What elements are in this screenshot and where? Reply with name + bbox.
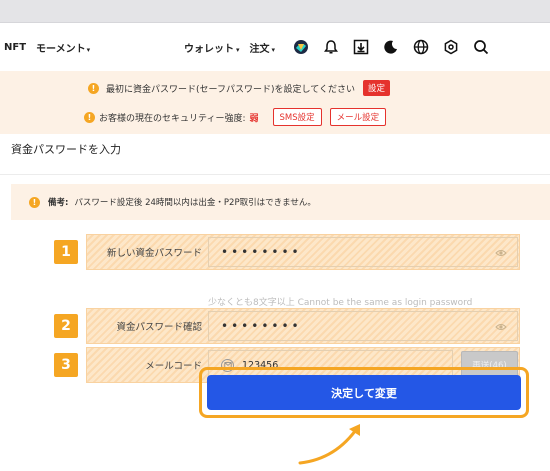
page-title: 資金パスワードを入力 [11,143,121,156]
browser-top-strip [0,0,550,22]
chevron-down-icon: ▾ [236,45,240,54]
eye-icon[interactable] [495,321,507,333]
email-setup-button[interactable]: メール設定 [329,108,387,126]
new-password-value: •••••••• [221,245,302,259]
dark-mode-icon[interactable] [383,39,399,55]
new-password-input[interactable]: •••••••• [208,237,518,267]
sms-setup-button[interactable]: SMS設定 [272,108,322,126]
download-icon[interactable] [353,39,369,55]
note-label: 備考: [48,198,69,208]
top-nav: NFT モーメント▾ ウォレット ▾ 注文 ▾ [0,23,550,71]
step-badge-3: 3 [54,353,78,377]
warning-icon: ! [84,111,95,123]
nav-left-group: NFT モーメント▾ [0,40,90,55]
confirm-password-input[interactable]: •••••••• [208,311,518,341]
new-password-row: 1 新しい資金パスワード •••••••• [54,234,520,270]
chevron-down-icon: ▾ [86,45,91,54]
nav-nft-link[interactable]: NFT [4,42,26,53]
note-box: ! 備考: パスワード設定後 24時間以内は出金・P2P取引はできません。 [11,184,550,220]
set-fund-password-button[interactable]: 設定 [362,80,390,96]
security-level-value: 弱 [249,113,259,124]
nav-wallet-menu[interactable]: ウォレット ▾ [184,40,240,55]
nav-order-label: 注文 [249,43,270,55]
app-window: NFT モーメント▾ ウォレット ▾ 注文 ▾ ! 最初に資金パスワード(セーフ… [0,22,550,471]
banner-row-security-level: ! お客様の現在のセキュリティー強度: 弱 SMS設定 メール設定 [84,108,387,126]
submit-highlight: 決定して変更 [199,367,529,418]
banner-row-fund-password: ! 最初に資金パスワード(セーフパスワード)を設定してください 設定 [88,79,390,97]
confirm-password-label: 資金パスワード確認 [116,322,202,333]
email-code-label: メールコード [145,361,202,372]
warning-icon: ! [88,82,99,94]
nav-right-group: ウォレット ▾ 注文 ▾ [184,23,489,71]
avatar-icon[interactable] [293,39,309,55]
nav-momentum-menu[interactable]: モーメント▾ [36,40,90,55]
note-text: パスワード設定後 24時間以内は出金・P2P取引はできません。 [74,198,316,208]
globe-icon[interactable] [413,39,429,55]
chevron-down-icon: ▾ [271,45,276,54]
step-badge-2: 2 [54,314,78,338]
bell-icon[interactable] [323,39,339,55]
nav-momentum-label: モーメント [36,43,86,55]
new-password-label: 新しい資金パスワード [106,248,202,259]
pointer-arrow-icon [298,424,360,465]
confirm-password-value: •••••••• [221,319,302,333]
banner-fund-password-text: 最初に資金パスワード(セーフパスワード)を設定してください [106,84,355,95]
eye-icon[interactable] [495,247,507,259]
warning-icon: ! [29,196,40,208]
security-level-text: お客様の現在のセキュリティー強度: [99,113,246,124]
nav-wallet-label: ウォレット [184,43,234,55]
confirm-password-row: 2 資金パスワード確認 •••••••• [54,308,520,344]
search-icon[interactable] [473,39,489,55]
security-banner: ! 最初に資金パスワード(セーフパスワード)を設定してください 設定 ! お客様… [0,71,550,134]
password-hint: 少なくとも8文字以上 Cannot be the same as login p… [208,298,473,308]
hexagon-settings-icon[interactable] [443,39,459,55]
submit-button[interactable]: 決定して変更 [207,375,521,410]
step-badge-1: 1 [54,240,78,264]
divider [0,174,550,175]
nav-order-menu[interactable]: 注文 ▾ [250,40,276,55]
